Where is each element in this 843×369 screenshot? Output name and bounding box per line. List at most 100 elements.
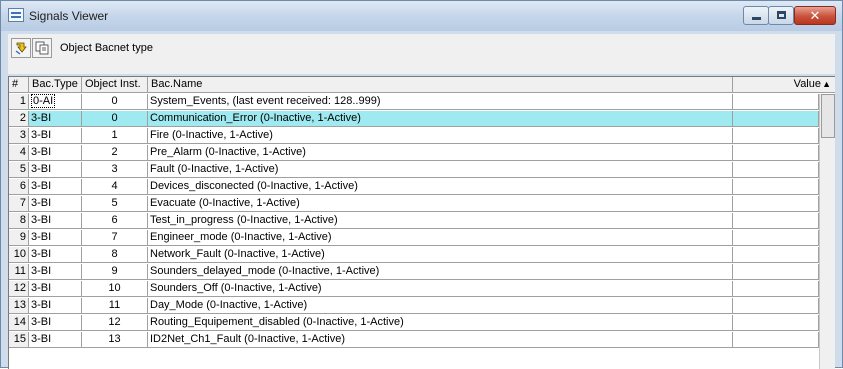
bac-name-cell[interactable]: Evacuate (0-Inactive, 1-Active) bbox=[148, 196, 733, 212]
bac-name-cell[interactable]: Network_Fault (0-Inactive, 1-Active) bbox=[148, 247, 733, 263]
table-row[interactable]: 8 3-BI 6 Test_in_progress (0-Inactive, 1-Ac… bbox=[9, 213, 835, 229]
bac-name-cell[interactable]: Fire (0-Inactive, 1-Active) bbox=[148, 128, 733, 144]
bac-type-cell[interactable]: 3-BI bbox=[29, 213, 82, 229]
bac-name-cell[interactable]: Pre_Alarm (0-Inactive, 1-Active) bbox=[148, 145, 733, 161]
bac-name-cell[interactable]: Sounders_delayed_mode (0-Inactive, 1-Act… bbox=[148, 264, 733, 280]
table-row[interactable]: 1 0-AI 0 System_Events, (last event receive… bbox=[9, 94, 835, 110]
bac-name-cell[interactable]: ID2Net_Ch1_Fault (0-Inactive, 1-Active) bbox=[148, 332, 733, 348]
table-row[interactable]: 9 3-BI 7 Engineer_mode (0-Inactive, 1-Activ… bbox=[9, 230, 835, 246]
bac-name-cell[interactable]: Day_Mode (0-Inactive, 1-Active) bbox=[148, 298, 733, 314]
bac-name-cell[interactable]: Sounders_Off (0-Inactive, 1-Active) bbox=[148, 281, 733, 297]
value-cell[interactable] bbox=[733, 162, 819, 178]
bac-name-cell[interactable]: Engineer_mode (0-Inactive, 1-Active) bbox=[148, 230, 733, 246]
column-header-bac-type[interactable]: Bac.Type bbox=[29, 77, 82, 93]
object-inst-cell[interactable]: 13 bbox=[82, 332, 148, 348]
table-row[interactable]: 12 3-BI 10 Sounders_Off (0-Inactive, 1-Acti… bbox=[9, 281, 835, 297]
signals-grid[interactable]: # Bac.Type Object Inst. Bac.Name Value ▲… bbox=[8, 76, 835, 369]
bac-name-cell[interactable]: System_Events, (last event received: 128… bbox=[148, 94, 733, 110]
object-inst-cell[interactable]: 0 bbox=[82, 111, 148, 127]
vertical-scrollbar[interactable] bbox=[819, 94, 835, 369]
value-cell[interactable] bbox=[733, 145, 819, 161]
object-inst-cell[interactable]: 11 bbox=[82, 298, 148, 314]
table-row[interactable]: 7 3-BI 5 Evacuate (0-Inactive, 1-Active) bbox=[9, 196, 835, 212]
bac-type-cell[interactable]: 3-BI bbox=[29, 247, 82, 263]
bac-name-cell[interactable]: Test_in_progress (0-Inactive, 1-Active) bbox=[148, 213, 733, 229]
bac-type-cell[interactable]: 3-BI bbox=[29, 179, 82, 195]
refresh-button[interactable] bbox=[11, 38, 31, 58]
value-cell[interactable] bbox=[733, 298, 819, 314]
maximize-button[interactable] bbox=[768, 6, 794, 25]
bac-name-cell[interactable]: Communication_Error (0-Inactive, 1-Activ… bbox=[148, 111, 733, 127]
value-cell[interactable] bbox=[733, 281, 819, 297]
column-header-num[interactable]: # bbox=[9, 77, 29, 93]
bac-type-cell[interactable]: 3-BI bbox=[29, 315, 82, 331]
object-inst-cell[interactable]: 3 bbox=[82, 162, 148, 178]
title-bar[interactable]: Signals Viewer ✕ bbox=[1, 1, 842, 31]
row-number-cell: 12 bbox=[9, 281, 29, 297]
bac-name-cell[interactable]: Devices_disconected (0-Inactive, 1-Activ… bbox=[148, 179, 733, 195]
close-button[interactable]: ✕ bbox=[794, 6, 836, 25]
bac-type-cell[interactable]: 3-BI bbox=[29, 230, 82, 246]
scrollbar-thumb[interactable] bbox=[821, 94, 835, 138]
object-inst-cell[interactable]: 10 bbox=[82, 281, 148, 297]
table-row[interactable]: 15 3-BI 13 ID2Net_Ch1_Fault (0-Inactive, 1-… bbox=[9, 332, 835, 348]
bac-type-cell[interactable]: 3-BI bbox=[29, 128, 82, 144]
value-cell[interactable] bbox=[733, 94, 819, 110]
column-header-value[interactable]: Value ▲ bbox=[733, 77, 835, 93]
copy-icon bbox=[35, 41, 49, 55]
value-cell[interactable] bbox=[733, 179, 819, 195]
object-inst-cell[interactable]: 5 bbox=[82, 196, 148, 212]
minimize-icon bbox=[752, 17, 761, 20]
column-header-bac-name[interactable]: Bac.Name bbox=[148, 77, 733, 93]
value-cell[interactable] bbox=[733, 247, 819, 263]
value-cell[interactable] bbox=[733, 332, 819, 348]
window-list-icon bbox=[8, 8, 24, 22]
close-icon: ✕ bbox=[809, 8, 821, 23]
object-inst-cell[interactable]: 8 bbox=[82, 247, 148, 263]
bac-type-cell[interactable]: 3-BI bbox=[29, 264, 82, 280]
maximize-icon bbox=[777, 11, 786, 19]
bac-type-cell[interactable]: 3-BI bbox=[29, 162, 82, 178]
bac-type-cell[interactable]: 3-BI bbox=[29, 196, 82, 212]
row-number-cell: 8 bbox=[9, 213, 29, 229]
object-inst-cell[interactable]: 2 bbox=[82, 145, 148, 161]
object-inst-cell[interactable]: 7 bbox=[82, 230, 148, 246]
object-inst-cell[interactable]: 12 bbox=[82, 315, 148, 331]
value-cell[interactable] bbox=[733, 111, 819, 127]
minimize-button[interactable] bbox=[743, 6, 769, 25]
sort-ascending-icon: ▲ bbox=[822, 79, 831, 89]
bac-type-cell[interactable]: 3-BI bbox=[29, 298, 82, 314]
value-cell[interactable] bbox=[733, 264, 819, 280]
table-row[interactable]: 14 3-BI 12 Routing_Equipement_disabled (0-I… bbox=[9, 315, 835, 331]
refresh-arrow-icon bbox=[15, 42, 27, 55]
toolbar: Object Bacnet type bbox=[8, 34, 835, 74]
value-cell[interactable] bbox=[733, 230, 819, 246]
column-header-object-inst[interactable]: Object Inst. bbox=[82, 77, 148, 93]
row-number-cell: 3 bbox=[9, 128, 29, 144]
table-row[interactable]: 5 3-BI 3 Fault (0-Inactive, 1-Active) bbox=[9, 162, 835, 178]
object-inst-cell[interactable]: 9 bbox=[82, 264, 148, 280]
bac-type-cell[interactable]: 0-AI bbox=[29, 94, 82, 110]
bac-type-cell[interactable]: 3-BI bbox=[29, 111, 82, 127]
object-inst-cell[interactable]: 1 bbox=[82, 128, 148, 144]
value-cell[interactable] bbox=[733, 213, 819, 229]
table-row[interactable]: 3 3-BI 1 Fire (0-Inactive, 1-Active) bbox=[9, 128, 835, 144]
copy-button[interactable] bbox=[32, 38, 52, 58]
object-inst-cell[interactable]: 4 bbox=[82, 179, 148, 195]
bac-type-cell[interactable]: 3-BI bbox=[29, 145, 82, 161]
bac-type-cell[interactable]: 3-BI bbox=[29, 332, 82, 348]
table-row[interactable]: 11 3-BI 9 Sounders_delayed_mode (0-Inactive… bbox=[9, 264, 835, 280]
value-cell[interactable] bbox=[733, 128, 819, 144]
bac-name-cell[interactable]: Routing_Equipement_disabled (0-Inactive,… bbox=[148, 315, 733, 331]
value-cell[interactable] bbox=[733, 196, 819, 212]
object-inst-cell[interactable]: 6 bbox=[82, 213, 148, 229]
table-row[interactable]: 2 3-BI 0 Communication_Error (0-Inactive, 1… bbox=[9, 111, 835, 127]
table-row[interactable]: 4 3-BI 2 Pre_Alarm (0-Inactive, 1-Active) bbox=[9, 145, 835, 161]
value-cell[interactable] bbox=[733, 315, 819, 331]
table-row[interactable]: 6 3-BI 4 Devices_disconected (0-Inactive, 1… bbox=[9, 179, 835, 195]
object-inst-cell[interactable]: 0 bbox=[82, 94, 148, 110]
bac-name-cell[interactable]: Fault (0-Inactive, 1-Active) bbox=[148, 162, 733, 178]
bac-type-cell[interactable]: 3-BI bbox=[29, 281, 82, 297]
table-row[interactable]: 10 3-BI 8 Network_Fault (0-Inactive, 1-Acti… bbox=[9, 247, 835, 263]
table-row[interactable]: 13 3-BI 11 Day_Mode (0-Inactive, 1-Active) bbox=[9, 298, 835, 314]
